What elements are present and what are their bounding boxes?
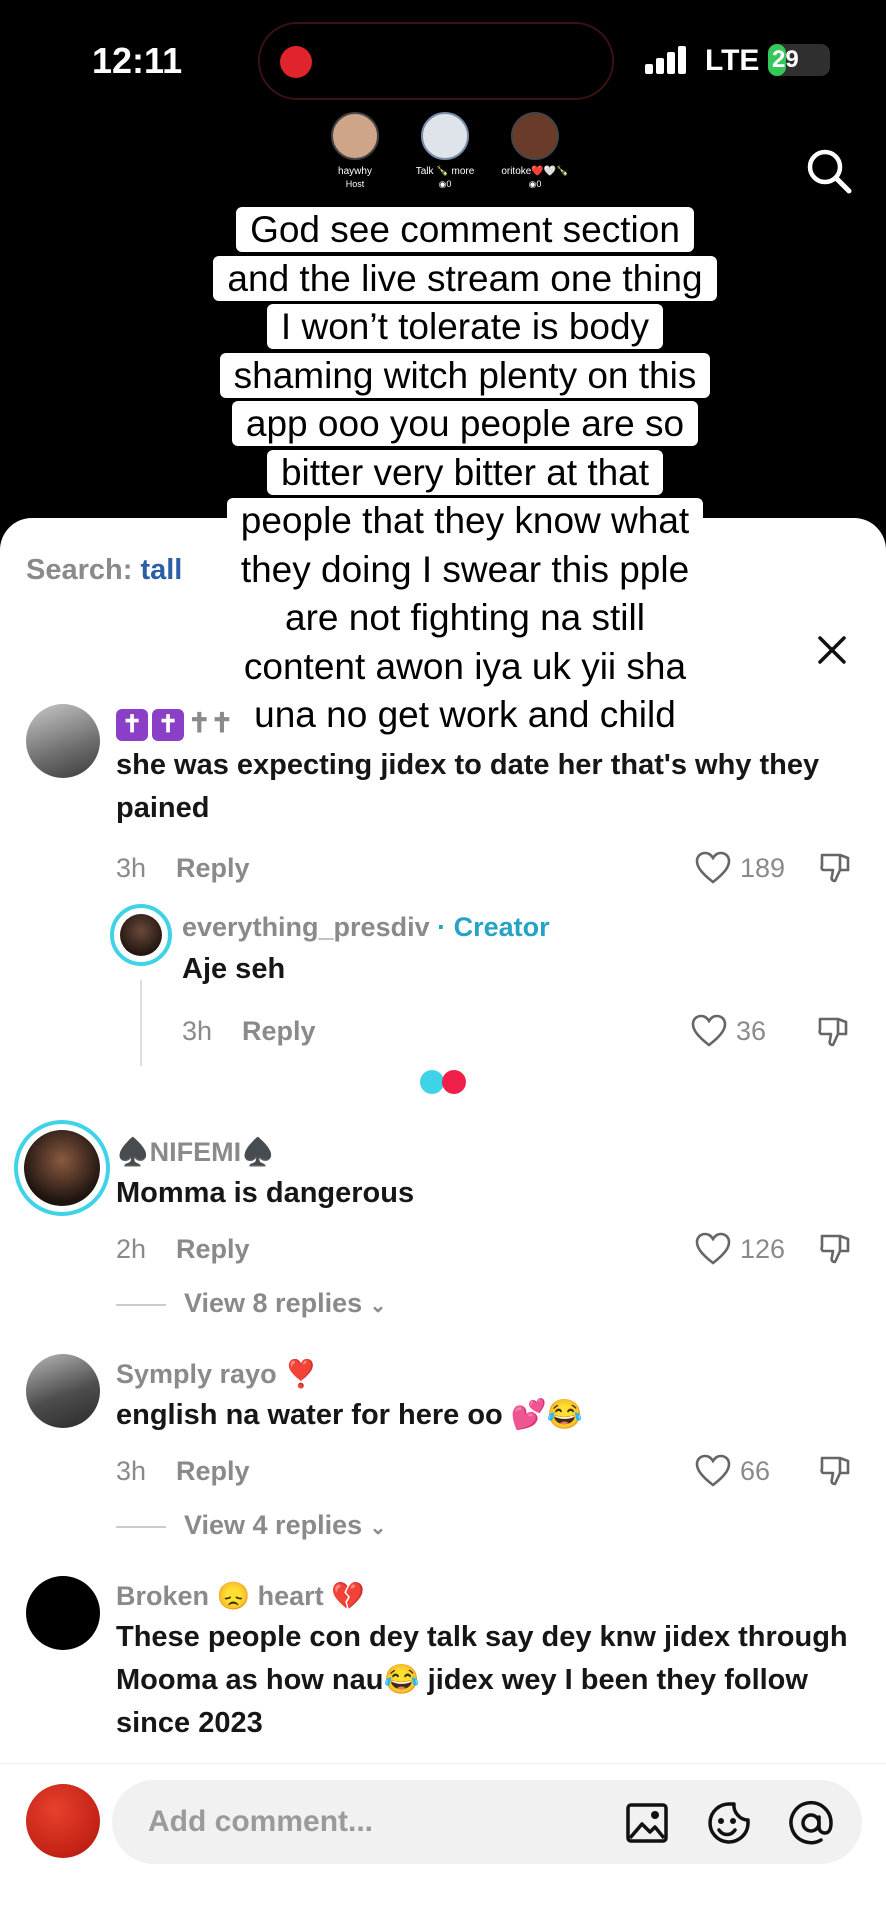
comment-meta: 3h Reply (116, 853, 250, 884)
participant-name: haywhy (338, 166, 372, 177)
heart-icon[interactable] (694, 851, 732, 885)
live-participant[interactable]: haywhy Host (310, 112, 400, 189)
reply-button[interactable]: Reply (242, 1016, 316, 1046)
avatar (331, 112, 379, 160)
comment-username[interactable]: everything_presdiv · Creator (182, 912, 550, 943)
search-suggestion[interactable]: Search: tall (26, 554, 182, 587)
heart-icon[interactable] (694, 1232, 732, 1266)
avatar (511, 112, 559, 160)
caption-line: I won’t tolerate is body (266, 304, 664, 349)
recording-dot-icon (280, 46, 312, 78)
chevron-down-icon: ⌄ (369, 1517, 387, 1539)
dislike-icon[interactable] (818, 850, 854, 886)
emoji-icon[interactable] (706, 1800, 752, 1846)
caption-line: shaming witch plenty on this (219, 352, 711, 398)
chevron-down-icon: ⌄ (369, 1295, 387, 1317)
thread-line (140, 980, 142, 1066)
reply-button[interactable]: Reply (176, 1234, 250, 1264)
comment-meta: 3h Reply (116, 1456, 250, 1487)
comment-username[interactable]: Symply rayo ❣️ (116, 1358, 318, 1390)
avatar[interactable] (110, 904, 172, 966)
loading-indicator (420, 1070, 466, 1094)
cellular-signal-icon (645, 46, 689, 74)
reply-button[interactable]: Reply (176, 1456, 250, 1486)
live-participants: haywhy Host Talk 🍾 more ◉0 oritoke❤️🤍🍾 ◉… (310, 112, 580, 192)
close-icon[interactable] (812, 630, 852, 670)
battery-level: 29 (772, 46, 799, 73)
heart-icon[interactable] (690, 1014, 728, 1048)
search-prefix: Search: (26, 554, 133, 586)
comment-text: Momma is dangerous (116, 1177, 415, 1209)
avatar[interactable] (26, 1354, 100, 1428)
network-type: LTE (705, 44, 760, 77)
caption-line: and the live stream one thing (213, 255, 717, 301)
status-time: 12:11 (92, 40, 183, 81)
comment-time: 3h (182, 1016, 213, 1046)
participant-name: oritoke❤️🤍🍾 (501, 166, 569, 177)
comment-meta: 2h Reply (116, 1234, 250, 1265)
caption-line: app ooo you people are so (231, 401, 699, 446)
view-replies-button[interactable]: View 8 replies ⌄ (116, 1288, 386, 1319)
view-replies-button[interactable]: View 4 replies ⌄ (116, 1510, 386, 1541)
status-bar: 12:11 LTE 29 (0, 0, 886, 120)
comment-time: 2h (116, 1234, 147, 1264)
comment-username[interactable]: ♠️NIFEMI♠️ (116, 1136, 275, 1168)
search-icon[interactable] (804, 146, 854, 196)
dislike-icon[interactable] (816, 1014, 852, 1050)
overlay-caption: God see comment section and the live stre… (180, 206, 750, 740)
comment-meta: 3h Reply (182, 1016, 316, 1047)
creator-badge: · Creator (437, 912, 550, 942)
live-participant[interactable]: Talk 🍾 more ◉0 (400, 112, 490, 190)
caption-line: God see comment section (236, 207, 694, 252)
dislike-icon[interactable] (818, 1453, 854, 1489)
comment-time: 3h (116, 1456, 147, 1486)
avatar[interactable] (14, 1120, 110, 1216)
battery-icon: 29 (768, 44, 830, 76)
like-count: 126 (740, 1234, 786, 1264)
comment-time: 3h (116, 853, 147, 883)
mention-icon[interactable] (788, 1800, 834, 1846)
live-participant[interactable]: oritoke❤️🤍🍾 ◉0 (490, 112, 580, 190)
participant-viewers: ◉0 (438, 179, 452, 189)
caption-line: content awon iya uk yii sha (229, 643, 701, 689)
like-count: 189 (740, 853, 786, 883)
dislike-icon[interactable] (818, 1231, 854, 1267)
reply-button[interactable]: Reply (176, 853, 250, 883)
comment-username[interactable]: Broken 😞 heart 💔 (116, 1580, 365, 1612)
like-count: 36 (736, 1016, 767, 1046)
heart-icon[interactable] (694, 1454, 732, 1488)
caption-line: they doing I swear this pple (226, 546, 704, 592)
search-term[interactable]: tall (140, 554, 182, 586)
comment-input-bar (0, 1763, 886, 1920)
avatar[interactable] (26, 704, 100, 778)
comment-text: These people con dey talk say dey knw ji… (116, 1621, 848, 1739)
comment-text: Aje seh (182, 953, 286, 985)
avatar[interactable] (26, 1576, 100, 1650)
participant-viewers: ◉0 (528, 179, 542, 189)
dynamic-island (258, 22, 614, 100)
caption-line: bitter very bitter at that (266, 449, 664, 495)
image-icon[interactable] (624, 1800, 670, 1846)
like-count: 66 (740, 1456, 771, 1486)
participant-role: Host (345, 179, 365, 189)
my-avatar[interactable] (26, 1784, 100, 1858)
caption-line: people that they know what (226, 498, 704, 543)
participant-name: Talk 🍾 more (415, 166, 475, 177)
caption-line: are not fighting na still (271, 595, 659, 640)
comment-text: english na water for here oo 💕😂 (116, 1399, 584, 1431)
caption-line: una no get work and child (240, 692, 690, 737)
comment-text: she was expecting jidex to date her that… (116, 749, 820, 824)
avatar (421, 112, 469, 160)
